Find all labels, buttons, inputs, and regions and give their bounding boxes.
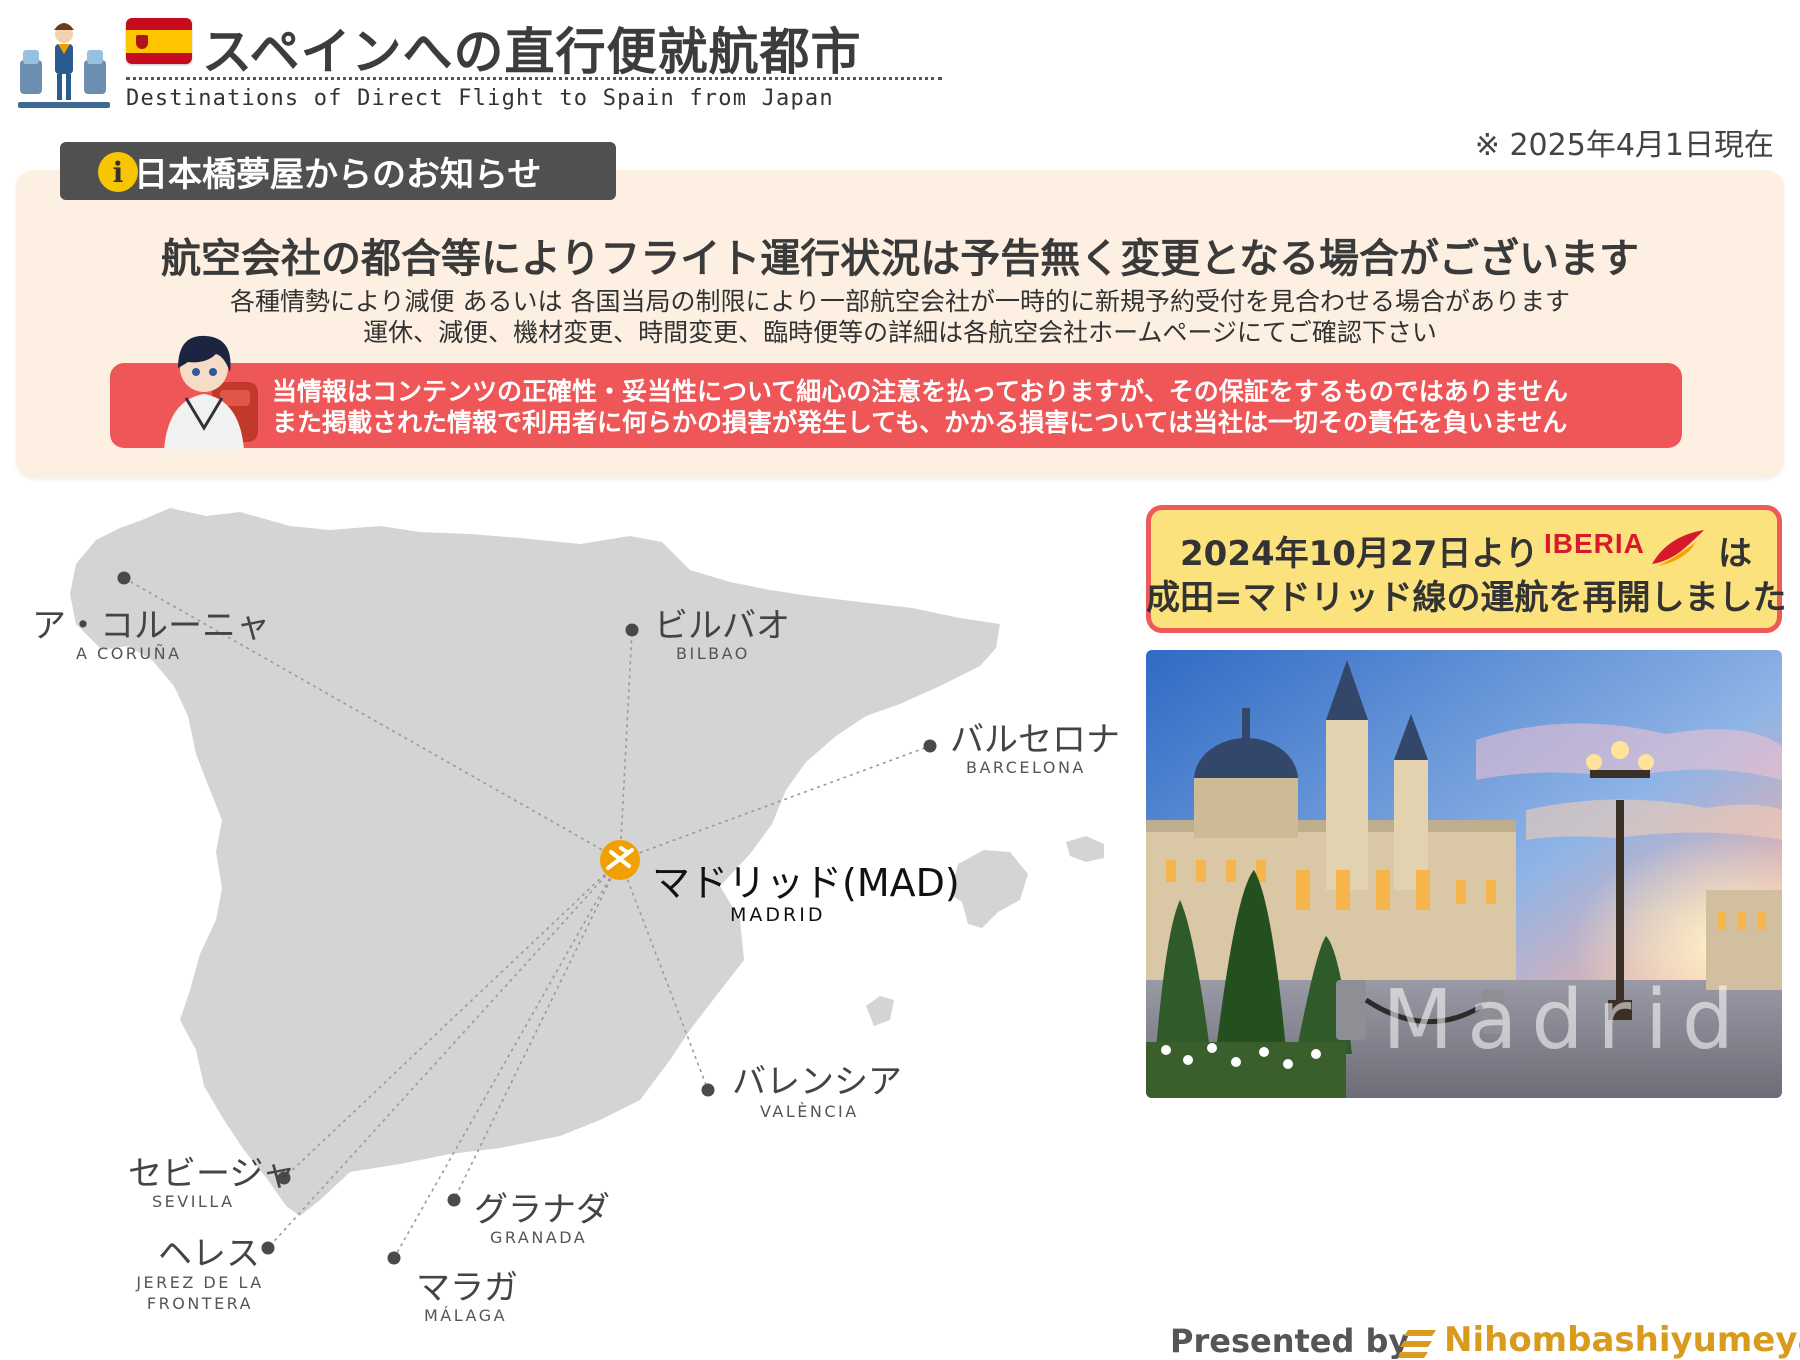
madrid-cathedral-photo: Madrid	[1146, 650, 1782, 1098]
city-label-bilbao: ビルバオ	[654, 606, 790, 646]
city-label-granada: グラナダ	[474, 1190, 610, 1230]
city-dot-coruna	[117, 571, 131, 585]
as-of-date: ※ 2025年4月1日現在	[1474, 128, 1774, 163]
city-sub-barcelona: BARCELONA	[966, 758, 1086, 777]
notice-tab: 日本橋夢屋からのお知らせ	[60, 142, 616, 200]
city-dot-malaga	[387, 1251, 401, 1265]
city-dot-bilbao	[625, 623, 639, 637]
page-subtitle: Destinations of Direct Flight to Spain f…	[126, 86, 834, 111]
city-sub-valencia: VALÈNCIA	[760, 1102, 859, 1121]
city-sub-bilbao: BILBAO	[676, 644, 750, 663]
city-sub-granada: GRANADA	[490, 1228, 588, 1247]
photo-caption-madrid: Madrid	[1382, 973, 1748, 1068]
notice-line-2: 運休、減便、機材変更、時間変更、臨時便等の詳細は各航空会社ホームページにてご確認…	[363, 318, 1437, 347]
iberia-route-text: 成田=マドリッド線の運航を再開しました	[1146, 578, 1787, 618]
disclaimer-line-2: また掲載された情報で利用者に何らかの損害が発生しても、かかる損害については当社は…	[272, 408, 1568, 437]
city-dot-jerez	[261, 1241, 275, 1255]
city-dot-barcelona	[923, 739, 937, 753]
city-sub-jerez: JEREZ DE LA FRONTERA	[136, 1273, 264, 1313]
brand-name: Nihombashiyumeya	[1444, 1320, 1800, 1360]
city-sub-sevilla: SEVILLA	[152, 1192, 235, 1211]
spain-flag-icon	[126, 18, 192, 64]
title-divider	[126, 77, 942, 80]
city-label-valencia: バレンシア	[732, 1062, 902, 1102]
iberia-logo: IBERIA	[1544, 528, 1645, 559]
hub-label-madrid: マドリッド(MAD)	[652, 861, 960, 905]
city-label-coruna: ア・コルーニャ	[32, 606, 270, 646]
iberia-particle: は	[1718, 534, 1752, 574]
ibiza-island	[866, 996, 894, 1026]
hub-sub-madrid: MADRID	[730, 904, 826, 926]
madrid-hub-marker	[600, 840, 640, 880]
page-title: スペインへの直行便就航都市	[202, 23, 862, 81]
nihombashiyumeya-logo-icon	[1398, 1330, 1436, 1358]
flight-attendant-illustration	[18, 23, 110, 108]
notice-headline: 航空会社の都合等によりフライト運行状況は予告無く変更となる場合がございます	[161, 236, 1639, 282]
city-label-sevilla: セビージャ	[128, 1154, 296, 1194]
city-label-barcelona: バルセロナ	[950, 720, 1120, 760]
city-dot-valencia	[701, 1083, 715, 1097]
mallorca-island	[950, 850, 1028, 928]
city-dot-granada	[447, 1193, 461, 1207]
iberia-swoosh-icon	[1652, 530, 1704, 566]
menorca-island	[1066, 836, 1104, 862]
info-icon: i	[98, 152, 138, 192]
traveler-avatar-illustration	[164, 335, 258, 450]
city-label-jerez: ヘレス	[158, 1234, 260, 1274]
iberia-date-text: 2024年10月27日より	[1180, 534, 1539, 574]
presented-by-label: Presented by	[1170, 1322, 1410, 1360]
city-sub-coruna: A CORUÑA	[76, 644, 182, 663]
city-sub-malaga: MÁLAGA	[424, 1306, 508, 1325]
city-label-malaga: マラガ	[416, 1268, 518, 1308]
